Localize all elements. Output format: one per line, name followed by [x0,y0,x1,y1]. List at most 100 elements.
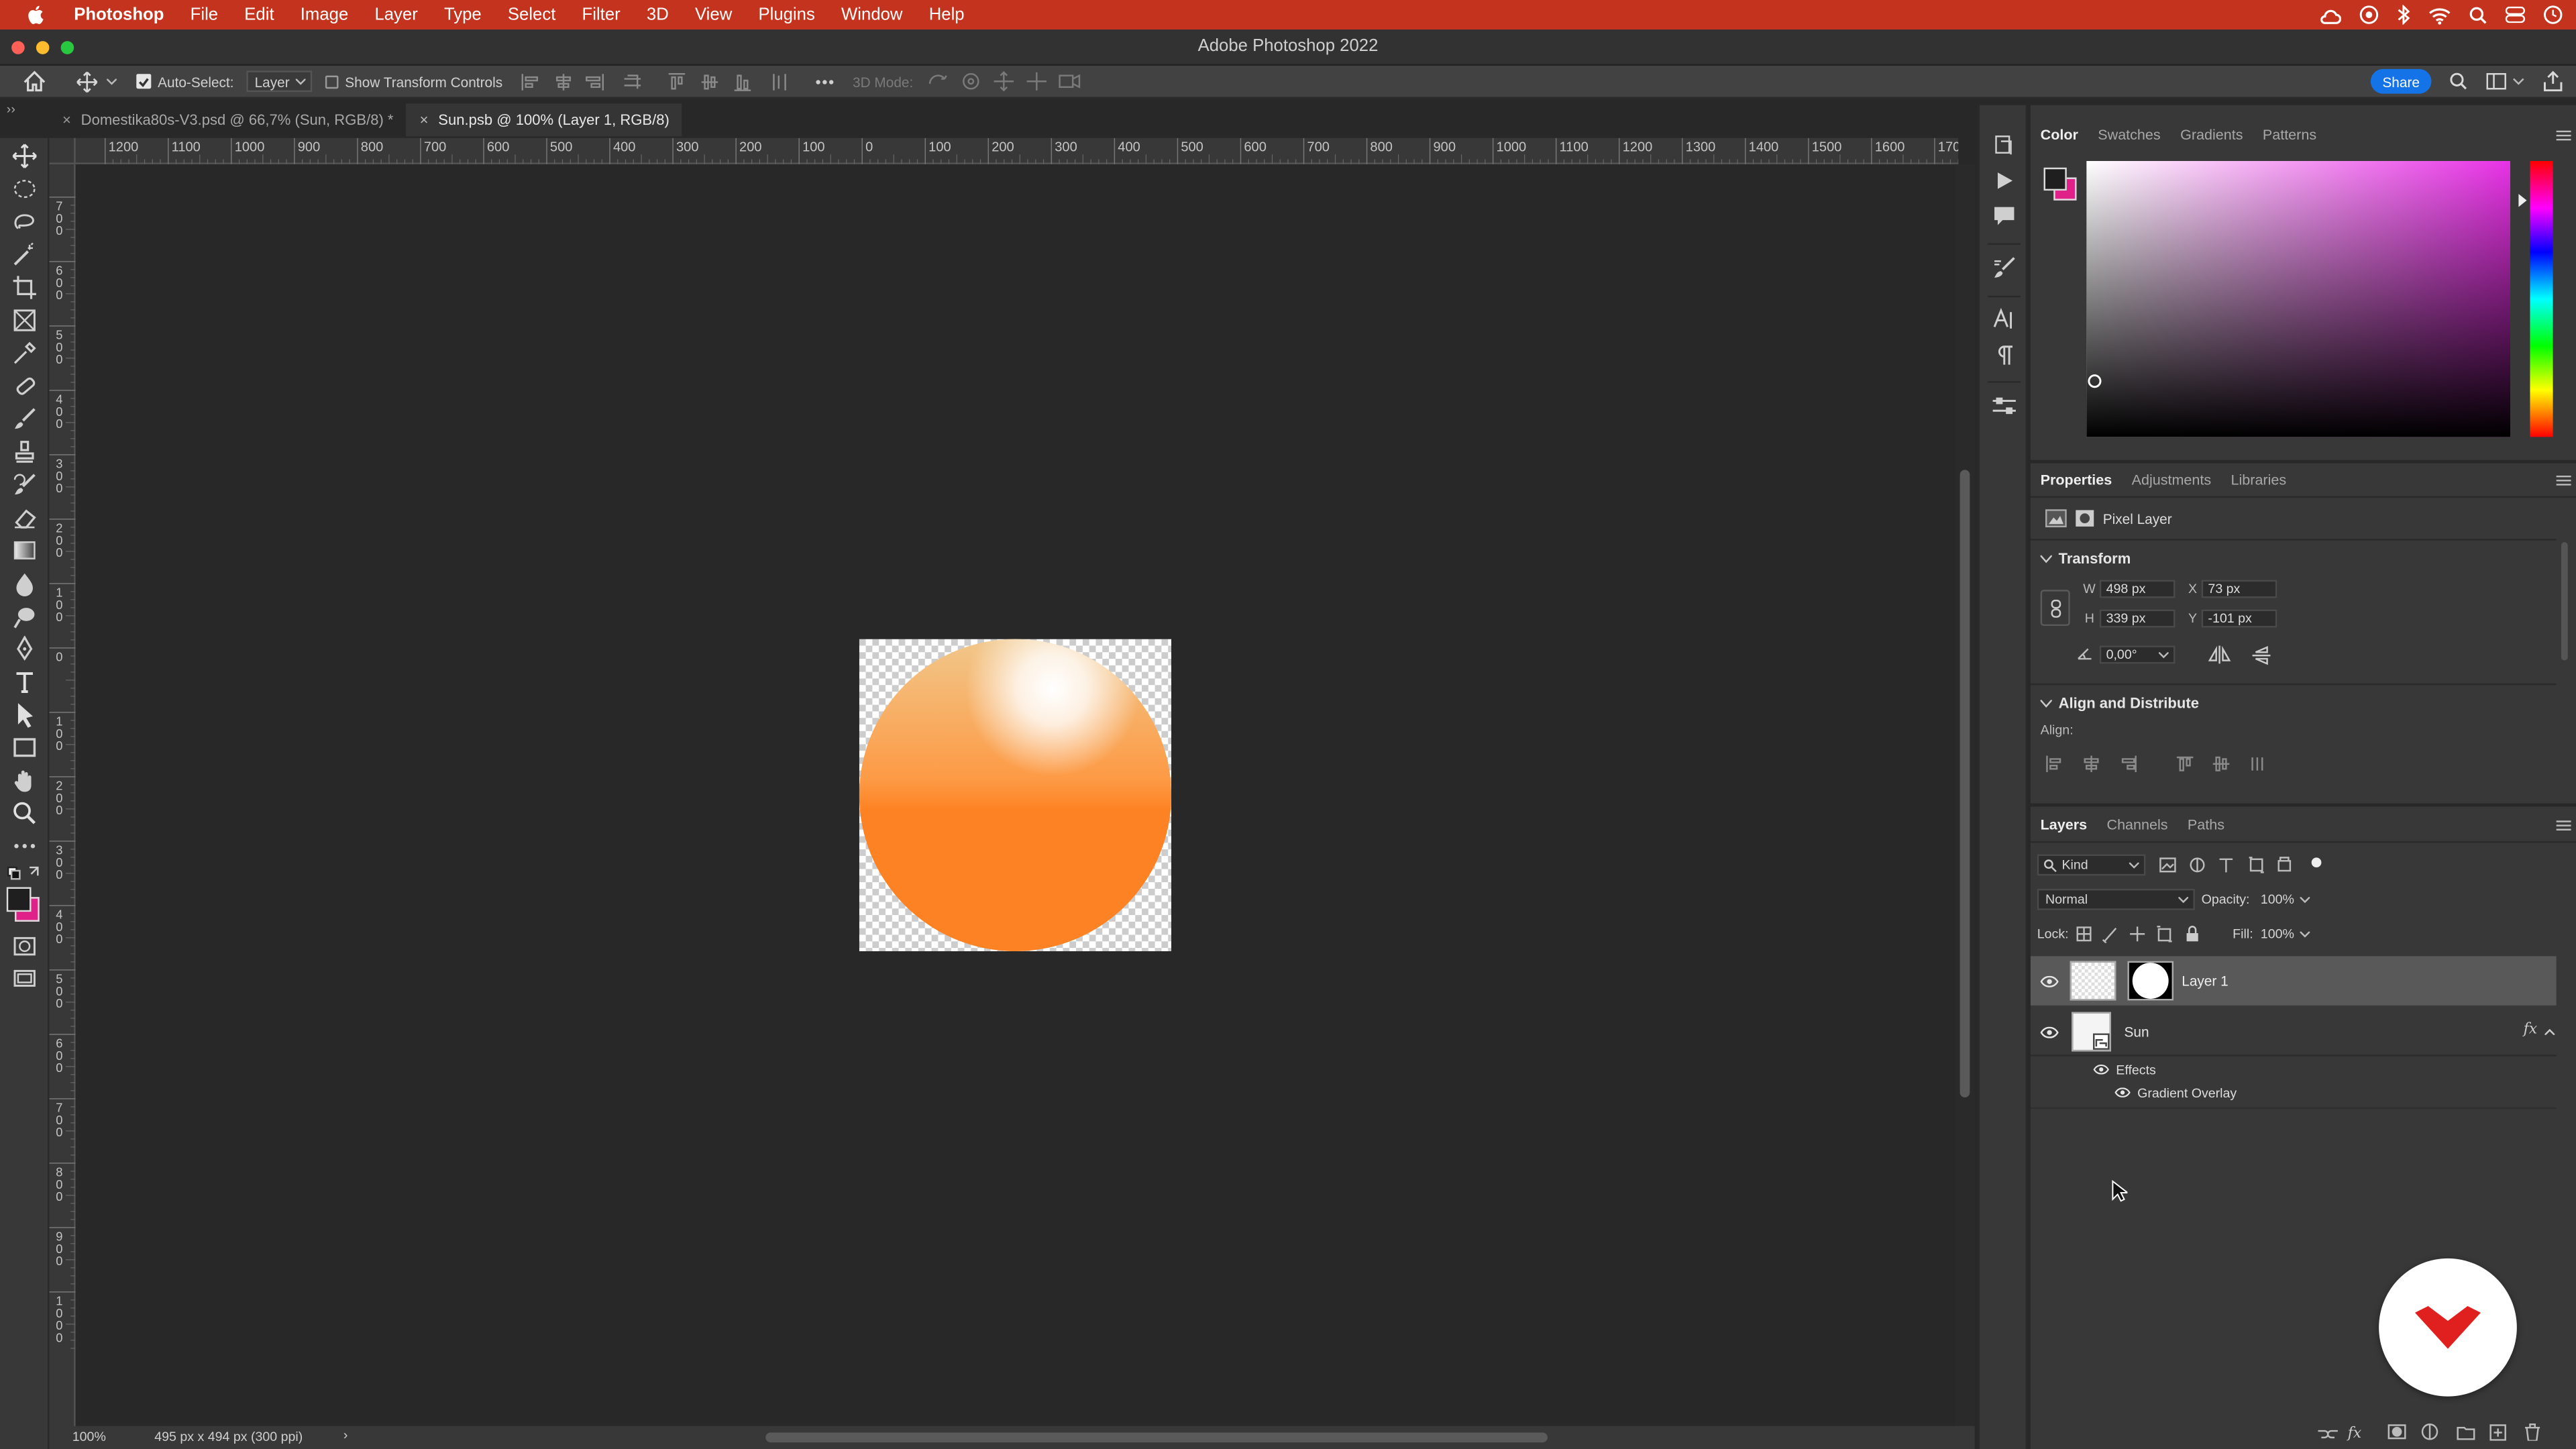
wifi-icon[interactable] [2428,6,2451,24]
ruler-origin[interactable] [49,138,76,164]
activity-icon[interactable] [2359,5,2379,24]
more-tools-icon[interactable] [11,833,38,859]
menu-photoshop[interactable]: Photoshop [61,0,177,30]
effects-row[interactable]: Effects [2093,1061,2156,1077]
flip-vertical-icon[interactable] [2252,645,2271,665]
align-section-header[interactable]: Align and Distribute [2040,695,2199,711]
actions-play-icon[interactable] [1994,171,2014,191]
transform-section-header[interactable]: Transform [2040,550,2131,567]
home-icon[interactable] [23,70,46,92]
share-button[interactable]: Share [2370,68,2432,94]
chevron-up-icon[interactable] [2544,1028,2555,1035]
rectangle-tool-icon[interactable] [11,735,38,761]
chevron-down-icon[interactable] [107,78,117,86]
hand-tool-icon[interactable] [11,767,38,794]
pixel-layer-icon[interactable] [2045,509,2067,528]
opacity-field[interactable]: 100% [2257,889,2313,910]
lock-buttons[interactable] [2075,925,2206,943]
auto-select-dropdown[interactable]: Layer [246,70,313,93]
smart-object-thumbnail[interactable] [2072,1012,2111,1052]
healing-brush-tool-icon[interactable] [11,373,38,399]
3d-mode-buttons[interactable] [925,70,1083,92]
fill-field[interactable]: 100% [2257,923,2313,945]
menu-layer[interactable]: Layer [362,0,431,30]
layer-filter-buttons[interactable] [2159,856,2323,874]
tab-properties[interactable]: Properties [2031,472,2122,488]
layer-name[interactable]: Layer 1 [2182,973,2228,989]
panel-menu-icon[interactable] [2556,475,2571,486]
layer-mask-icon[interactable] [2075,509,2094,527]
apple-icon[interactable] [0,5,61,24]
clock-icon[interactable] [2543,5,2563,24]
lasso-tool-icon[interactable] [11,209,38,235]
visibility-eye-icon[interactable] [2040,1026,2059,1038]
blur-tool-icon[interactable] [11,570,38,596]
tab-color[interactable]: Color [2031,127,2088,143]
panel-menu-icon[interactable] [2556,820,2571,831]
menu-select[interactable]: Select [494,0,569,30]
tab-domestika[interactable]: × Domestika80s-V3.psd @ 66,7% (Sun, RGB/… [49,103,407,136]
gradient-tool-icon[interactable] [11,537,38,564]
tab-patterns[interactable]: Patterns [2253,127,2326,143]
close-tab-icon[interactable]: × [62,112,71,128]
show-transform-checkbox[interactable] [325,74,339,89]
document-canvas[interactable] [859,639,1172,951]
paragraph-icon[interactable] [1994,345,2014,366]
menu-view[interactable]: View [682,0,745,30]
path-selection-tool-icon[interactable] [11,702,38,728]
type-tool-icon[interactable] [11,669,38,695]
height-field[interactable]: 339 px [2099,609,2176,628]
menu-file[interactable]: File [177,0,231,30]
hue-slider[interactable] [2530,161,2553,437]
history-brush-tool-icon[interactable] [11,472,38,498]
layer-thumbnail[interactable] [2070,961,2116,1001]
close-tab-icon[interactable]: × [420,112,429,128]
visibility-eye-icon[interactable] [2040,975,2059,987]
menu-type[interactable]: Type [431,0,494,30]
menu-filter[interactable]: Filter [569,0,633,30]
search-icon[interactable] [2469,6,2487,24]
layer-row-sun[interactable]: Sun fx [2030,1007,2557,1057]
history-icon[interactable] [1993,133,2016,156]
screen-mode-icon[interactable] [11,966,38,992]
layer-row-layer1[interactable]: Layer 1 [2030,956,2557,1006]
eraser-tool-icon[interactable] [11,504,38,531]
clone-stamp-tool-icon[interactable] [11,439,38,465]
bluetooth-icon[interactable] [2397,5,2410,25]
panel-menu-icon[interactable] [2556,129,2571,141]
horizontal-scroll-thumb[interactable] [765,1432,1548,1443]
blend-mode-dropdown[interactable]: Normal [2037,888,2195,910]
visibility-eye-icon[interactable] [2093,1064,2109,1075]
search-icon[interactable] [2449,72,2467,91]
menu-window[interactable]: Window [828,0,916,30]
menu-edit[interactable]: Edit [231,0,287,30]
layer-mask-thumbnail[interactable] [2127,961,2174,1001]
align-buttons-group[interactable] [519,72,848,92]
tab-adjustments[interactable]: Adjustments [2122,472,2221,488]
frame-tool-icon[interactable] [11,307,38,333]
properties-sliders-icon[interactable] [1991,394,2017,417]
brush-tool-icon[interactable] [11,406,38,432]
quick-mask-icon[interactable] [11,933,38,959]
auto-select-checkbox[interactable] [136,74,152,89]
tab-sun[interactable]: × Sun.psb @ 100% (Layer 1, RGB/8) [407,103,683,137]
color-picker-field[interactable] [2086,161,2511,437]
align-buttons[interactable] [2045,755,2275,773]
pen-tool-icon[interactable] [11,635,38,662]
zoom-level[interactable]: 100% [72,1430,106,1444]
dodge-tool-icon[interactable] [11,603,38,629]
comments-icon[interactable] [1993,205,2016,227]
angle-field[interactable]: 0,00° [2099,645,2176,664]
control-center-icon[interactable] [2505,6,2526,23]
menu-3d[interactable]: 3D [633,0,682,30]
menu-help[interactable]: Help [916,0,977,30]
menu-plugins[interactable]: Plugins [745,0,828,30]
creative-cloud-icon[interactable] [2320,6,2341,24]
vertical-scroll-thumb[interactable] [1960,470,1970,1097]
move-tool-icon[interactable] [76,70,99,93]
foreground-color-swatch[interactable] [6,887,32,912]
gradient-overlay-effect-row[interactable]: Gradient Overlay [2114,1084,2237,1100]
fx-indicator[interactable]: fx [2524,1022,2538,1038]
tab-layers[interactable]: Layers [2031,816,2097,833]
filter-kind-dropdown[interactable]: Kind [2037,854,2146,876]
